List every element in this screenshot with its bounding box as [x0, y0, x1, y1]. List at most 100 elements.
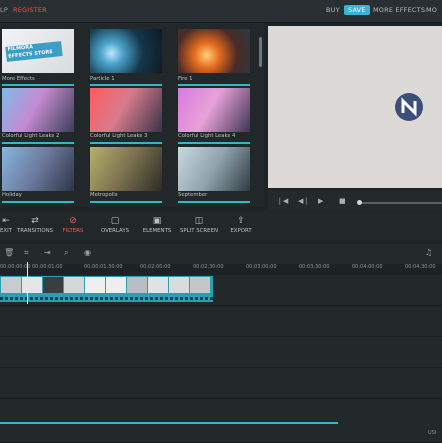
clip-thumbnail	[85, 277, 105, 293]
clip-thumbnail	[169, 277, 189, 293]
tile-label: Colorful Light Leaks 4	[178, 133, 236, 139]
exit-label: EXIT	[0, 228, 12, 234]
filmora-logo-icon	[395, 93, 423, 121]
more-effects-link[interactable]: MORE EFFECTS	[373, 6, 425, 14]
filter-tile-holiday[interactable]	[2, 147, 74, 191]
filter-tile-september[interactable]	[178, 147, 250, 191]
elements-button[interactable]: ▣ ELEMENTS	[139, 216, 175, 234]
overlays-icon: ▢	[110, 216, 120, 226]
skip-back-icon[interactable]: ❘◀	[277, 197, 288, 205]
zoom-icon[interactable]: ⌕	[64, 248, 68, 258]
timeline-playhead[interactable]	[27, 262, 28, 304]
ruler-tick: 00:02:30:00	[193, 264, 224, 270]
selection-bar	[90, 142, 162, 144]
filter-tile-metropolis[interactable]	[90, 147, 162, 191]
library-scrollbar[interactable]	[259, 37, 262, 67]
filter-tile-light-leaks-2[interactable]	[2, 88, 74, 132]
overlay-track[interactable]	[0, 306, 442, 337]
effects-library: FILMORA EFFECTS STORE More Effects Parti…	[0, 23, 264, 207]
clip-thumbnail	[148, 277, 168, 293]
clip-thumbnail	[64, 277, 84, 293]
clip-thumbnail	[1, 277, 21, 293]
elements-label: ELEMENTS	[142, 228, 172, 234]
export-icon: ⇪	[237, 216, 245, 226]
transitions-icon: ⇄	[31, 216, 39, 226]
ruler-tick: 00:04:30:00	[405, 264, 436, 270]
effects-store-badge: FILMORA EFFECTS STORE	[5, 41, 63, 62]
playback-controls	[268, 190, 442, 210]
tile-label: Metropolis	[90, 192, 118, 198]
ruler-tick: 00:00:01:00	[32, 264, 63, 270]
filter-tile-light-leaks-3[interactable]	[90, 88, 162, 132]
filters-icon: ⊘	[69, 216, 77, 226]
selection-bar	[178, 84, 250, 86]
tile-label: Colorful Light Leaks 3	[90, 133, 148, 139]
buy-link[interactable]: BUY	[326, 6, 340, 14]
exit-button[interactable]: ⇤ EXIT	[0, 216, 12, 234]
filter-tile-fire[interactable]	[178, 29, 250, 73]
ruler-tick: 00:02:00:00	[140, 264, 171, 270]
tile-label: More Effects	[2, 76, 35, 82]
register-link[interactable]: REGISTER	[13, 6, 47, 14]
audio-track[interactable]	[0, 337, 442, 368]
ruler-tick: 00:03:00:00	[246, 264, 277, 270]
clip-thumbnail	[190, 277, 210, 293]
transitions-label: TRANSITIONS	[16, 228, 54, 234]
export-label: EXPORT	[230, 228, 252, 234]
help-menu[interactable]: LP	[0, 6, 8, 14]
ruler-tick: 00:03:30:00	[299, 264, 330, 270]
overlays-label: OVERLAYS	[100, 228, 130, 234]
filter-tile-particle[interactable]	[90, 29, 162, 73]
audio-settings-icon[interactable]: ♫	[425, 248, 432, 257]
tile-label: September	[178, 192, 208, 198]
filter-tile-light-leaks-4[interactable]	[178, 88, 250, 132]
filter-tile-more-effects[interactable]: FILMORA EFFECTS STORE	[2, 29, 74, 73]
top-bar: LP REGISTER BUY SAVE MORE EFFECTS MO	[0, 0, 442, 23]
ruler-tick: 00:00:01:30:00	[84, 264, 123, 270]
clip-thumbnail	[127, 277, 147, 293]
split-screen-label: SPLIT SCREEN	[179, 228, 219, 234]
split-screen-button[interactable]: ◫ SPLIT SCREEN	[177, 216, 221, 234]
transitions-button[interactable]: ⇄ TRANSITIONS	[13, 216, 57, 234]
clip-thumbnail	[106, 277, 126, 293]
tile-label: Holiday	[2, 192, 22, 198]
filters-button[interactable]: ⊘ FILTERS	[58, 216, 88, 234]
clip-thumbnail	[22, 277, 42, 293]
overlays-button[interactable]: ▢ OVERLAYS	[97, 216, 133, 234]
tile-label: Fire 1	[178, 76, 193, 82]
tile-label: Particle 1	[90, 76, 115, 82]
elements-icon: ▣	[152, 216, 162, 226]
music-track[interactable]	[0, 368, 442, 399]
selection-bar	[178, 201, 250, 203]
selection-bar	[178, 142, 250, 144]
export-button[interactable]: ⇪ EXPORT	[226, 216, 256, 234]
play-icon[interactable]: ▶	[318, 197, 323, 205]
selection-bar	[90, 84, 162, 86]
tile-label: Colorful Light Leaks 2	[2, 133, 60, 139]
step-back-icon[interactable]: ◀❘	[298, 197, 309, 205]
clip-thumbnail	[43, 277, 63, 293]
selection-bar	[2, 142, 74, 144]
ruler-tick: 00:00:00:00	[0, 264, 31, 270]
delete-icon[interactable]: 🗑	[4, 248, 14, 257]
filters-label: FILTERS	[62, 228, 84, 234]
ruler-tick: 00:04:00:00	[352, 264, 383, 270]
split-icon[interactable]: ⇥	[44, 248, 51, 257]
selection-bar	[2, 84, 74, 86]
crop-icon[interactable]: ⌗	[24, 248, 29, 258]
scrubber-handle[interactable]	[357, 200, 362, 205]
split-screen-icon: ◫	[194, 216, 204, 226]
exit-icon: ⇤	[2, 216, 10, 226]
empty-track[interactable]	[0, 399, 442, 443]
selection-bar	[90, 201, 162, 203]
bottom-right-label: USI	[428, 430, 437, 436]
clip-waveform	[0, 297, 213, 300]
selection-bar	[2, 201, 74, 203]
save-button[interactable]: SAVE	[344, 5, 370, 15]
stop-icon[interactable]: ■	[339, 197, 346, 205]
more-menu[interactable]: MO	[426, 6, 437, 14]
timeline-scrollbar[interactable]	[0, 422, 338, 424]
playback-scrubber[interactable]	[360, 202, 442, 204]
video-clip[interactable]	[0, 276, 213, 302]
voiceover-icon[interactable]: ◉	[84, 248, 91, 257]
